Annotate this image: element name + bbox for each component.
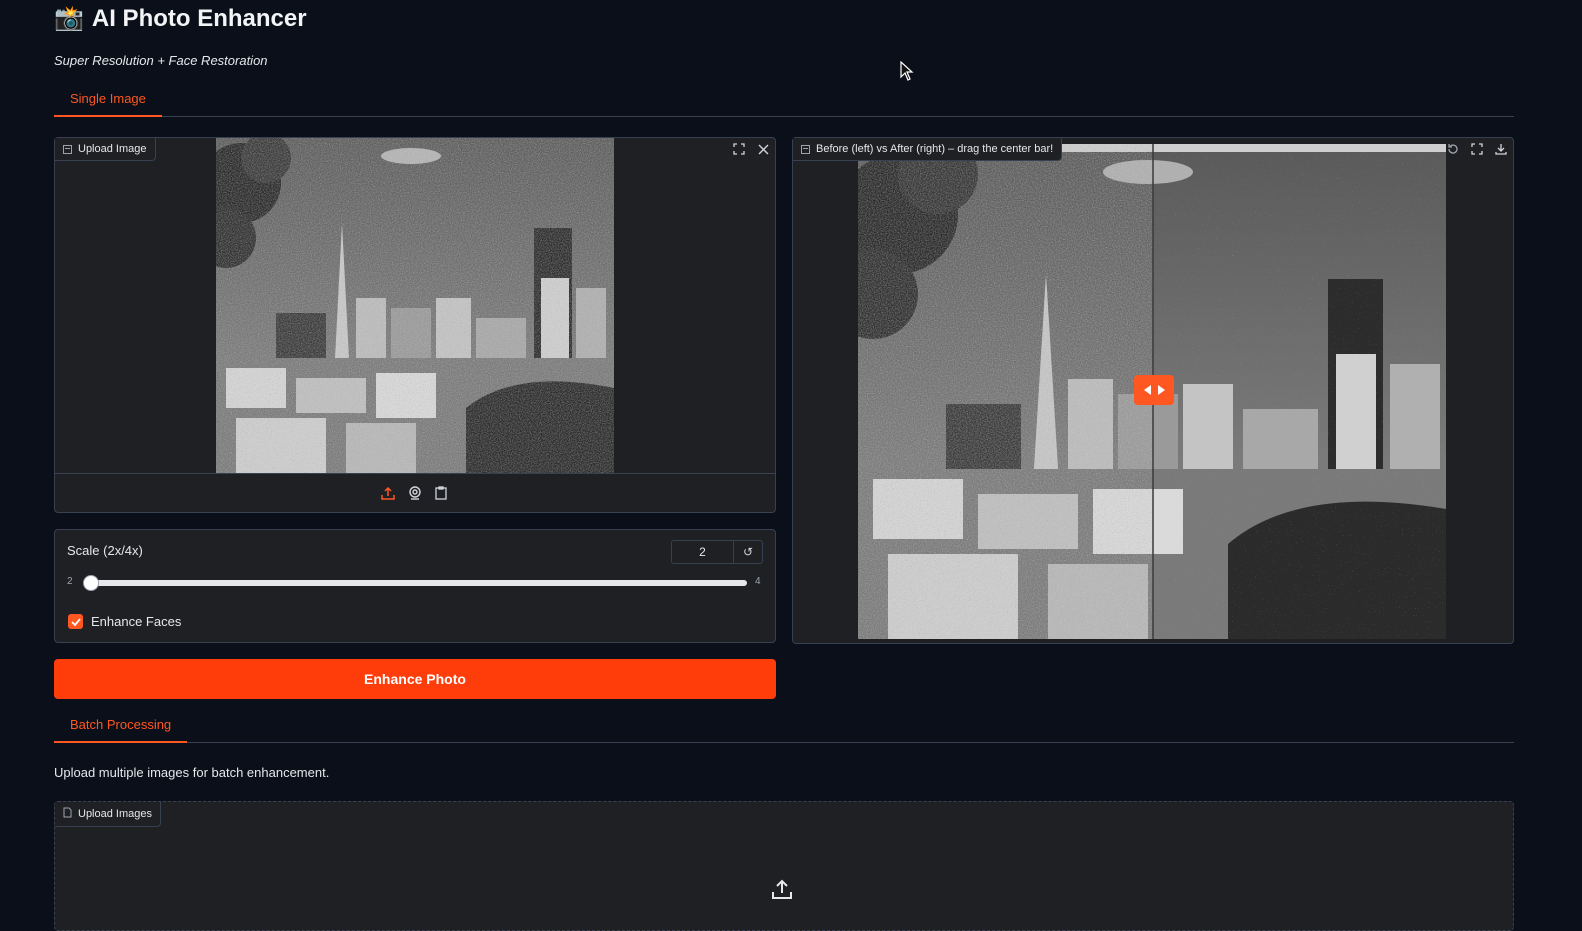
tab-bar-single: Single Image — [54, 88, 1514, 117]
scale-number-box: 2 ↺ — [671, 540, 763, 564]
scale-slider-thumb[interactable] — [83, 575, 99, 591]
reset-icon[interactable] — [1443, 139, 1463, 159]
enhance-photo-button[interactable]: Enhance Photo — [54, 659, 776, 699]
scale-number-input[interactable]: 2 — [672, 541, 733, 563]
reset-value-icon[interactable]: ↺ — [733, 541, 762, 563]
image-icon — [801, 144, 810, 154]
scale-slider[interactable] — [87, 580, 747, 586]
download-icon[interactable] — [1491, 139, 1511, 159]
batch-description: Upload multiple images for batch enhance… — [54, 765, 330, 780]
webcam-icon[interactable] — [405, 483, 425, 503]
fullscreen-icon[interactable] — [729, 139, 749, 159]
compare-label: Before (left) vs After (right) – drag th… — [793, 138, 1063, 161]
close-icon[interactable] — [753, 139, 773, 159]
image-icon — [63, 144, 72, 154]
file-icon — [63, 807, 72, 821]
scale-min-label: 2 — [67, 576, 73, 587]
enhance-faces-checkbox[interactable] — [68, 614, 83, 629]
upload-image-label: Upload Image — [55, 138, 156, 161]
upload-icon[interactable] — [378, 483, 398, 503]
scale-label: Scale (2x/4x) — [67, 543, 143, 558]
upload-icon[interactable] — [769, 876, 795, 902]
tab-single-image[interactable]: Single Image — [54, 87, 162, 117]
upload-toolbar-divider — [55, 473, 775, 474]
controls-panel: Scale (2x/4x) 2 ↺ 2 4 Enhance Faces — [54, 529, 776, 643]
scale-max-label: 4 — [755, 576, 761, 587]
clipboard-icon[interactable] — [431, 483, 451, 503]
uploaded-photo — [216, 138, 614, 473]
compare-panel[interactable]: Before (left) vs After (right) – drag th… — [792, 137, 1514, 644]
upload-images-label: Upload Images — [55, 802, 161, 827]
tab-bar-batch: Batch Processing — [54, 714, 1514, 743]
mouse-cursor-icon — [900, 60, 914, 86]
fullscreen-icon[interactable] — [1467, 139, 1487, 159]
page-title-text: AI Photo Enhancer — [91, 4, 307, 32]
upload-image-panel[interactable]: Upload Image — [54, 137, 776, 513]
drag-handle-icon[interactable] — [1134, 375, 1174, 405]
enhance-faces-label: Enhance Faces — [91, 614, 182, 629]
page-subtitle: Super Resolution + Face Restoration — [54, 53, 268, 68]
page-title: 📸 AI Photo Enhancer — [54, 4, 307, 33]
tab-batch-processing[interactable]: Batch Processing — [54, 713, 188, 743]
batch-upload-dropzone[interactable]: Upload Images — [54, 801, 1514, 931]
camera-icon: 📸 — [54, 5, 84, 32]
